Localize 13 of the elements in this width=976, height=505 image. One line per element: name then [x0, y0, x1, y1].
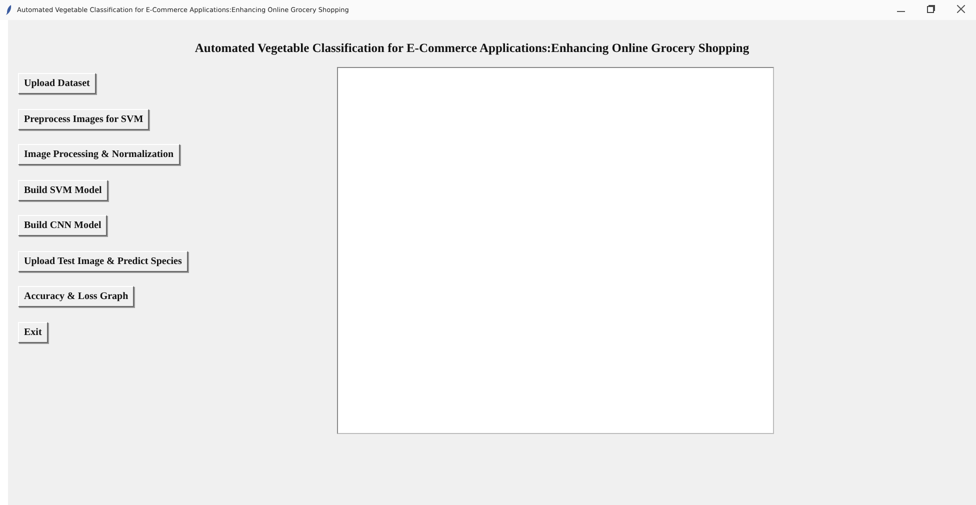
restore-icon[interactable] [927, 4, 935, 12]
action-button[interactable]: Exit [18, 322, 48, 342]
action-button[interactable]: Build SVM Model [18, 180, 108, 200]
action-button[interactable]: Upload Dataset [18, 73, 96, 94]
action-button[interactable]: Upload Test Image & Predict Species [18, 250, 188, 272]
minimize-icon[interactable] [897, 10, 905, 12]
feather-icon [6, 5, 12, 15]
action-button[interactable]: Build CNN Model [18, 215, 108, 236]
action-button[interactable]: Accuracy & Loss Graph [18, 286, 134, 307]
action-button[interactable]: Image Processing & Normalization [18, 144, 180, 165]
close-icon[interactable] [957, 4, 965, 12]
action-button[interactable]: Preprocess Images for SVM [18, 108, 150, 130]
app-heading: Automated Vegetable Classification for E-Commerce Applications:Enhancing Online Grocery Shopping [194, 40, 750, 56]
